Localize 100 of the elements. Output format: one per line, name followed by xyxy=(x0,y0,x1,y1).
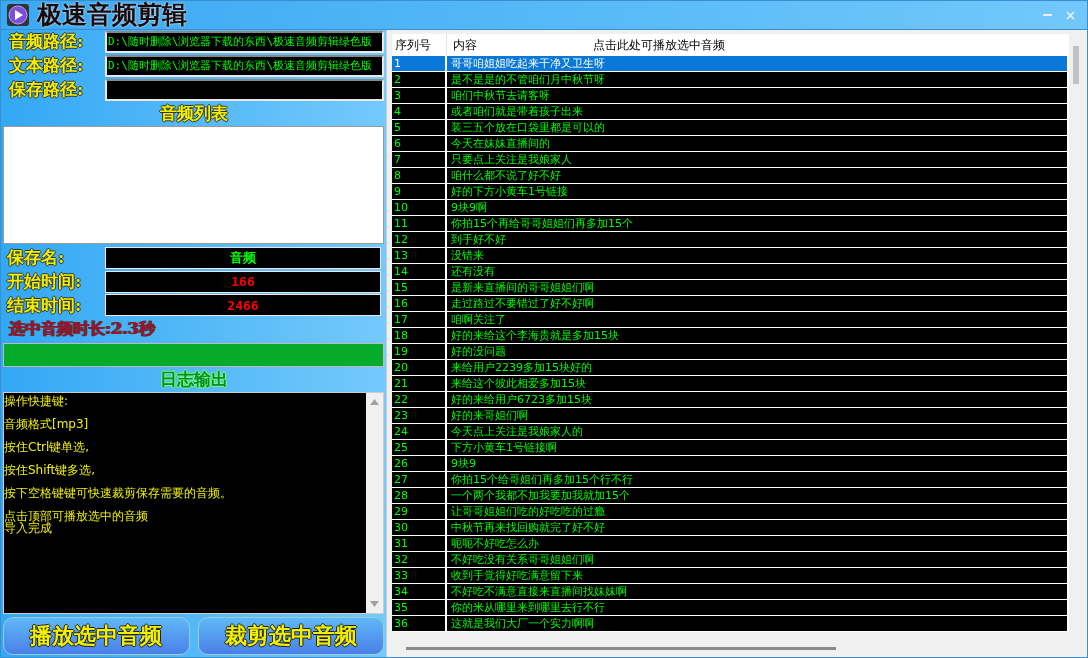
row-text: 是新来直播间的哥哥姐姐们啊 xyxy=(450,280,594,295)
row-text: 好的没问题 xyxy=(450,344,506,359)
input-field[interactable]: 2466 xyxy=(105,294,381,317)
row-text: 咱们中秋节去请客呀 xyxy=(450,88,550,103)
list-row[interactable]: 20 来给用户2239多加15块好的 xyxy=(392,360,1067,375)
list-row[interactable]: 28 一个两个我都不加我要加我就加15个 xyxy=(392,488,1067,503)
row-text: 让哥哥姐姐们吃的好吃吃的过瘾 xyxy=(450,504,605,519)
row-text: 来给用户2239多加15块好的 xyxy=(450,360,592,375)
list-row[interactable]: 4 或者咱们就是带着孩子出来 xyxy=(392,104,1067,119)
row-text: 你拍15个再给哥哥姐姐们再多加15个 xyxy=(450,216,633,231)
input-field[interactable]: 音频 xyxy=(105,246,381,269)
row-text: 收到手觉得好吃满意留下来 xyxy=(450,568,583,583)
list-row[interactable]: 29 让哥哥姐姐们吃的好吃吃的过瘾 xyxy=(392,504,1067,519)
list-row[interactable]: 24 今天点上关注是我娘家人的 xyxy=(392,424,1067,439)
list-row[interactable]: 30 中秋节再来找回购就完了好不好 xyxy=(392,520,1067,535)
log-line: 音频格式[mp3] xyxy=(4,417,89,432)
row-text: 好的来给用户6723多加15块 xyxy=(450,392,592,407)
path-text: D:\随时删除\浏览器下载的东西\极速音频剪辑绿色版 xyxy=(108,58,373,72)
list-row[interactable]: 13 没错来 xyxy=(392,248,1067,263)
row-text: 好的下方小黄车1号链接 xyxy=(450,184,568,199)
row-text: 来给这个彼此相爱多加15块 xyxy=(450,376,586,391)
list-row[interactable]: 36 这就是我们大厂一个实力啊啊 xyxy=(392,616,1067,631)
list-row[interactable]: 7 只要点上关注是我娘家人 xyxy=(392,152,1067,167)
list-row[interactable]: 32 不好吃没有关系哥哥姐姐们啊 xyxy=(392,552,1067,567)
list-row[interactable]: 12 到手好不好 xyxy=(392,232,1067,247)
log-line: 按下空格键键可快速裁剪保存需要的音频。 xyxy=(4,486,232,501)
path-field[interactable] xyxy=(105,78,384,101)
list-row[interactable]: 25 下方小黄车1号链接啊 xyxy=(392,440,1067,455)
list-row[interactable]: 16 走过路过不要错过了好不好啊 xyxy=(392,296,1067,311)
row-text: 9块9啊 xyxy=(450,200,487,215)
scrollbar[interactable] xyxy=(366,393,383,613)
row-text: 9块9 xyxy=(450,456,476,471)
input-field[interactable]: 166 xyxy=(105,270,381,293)
list-row[interactable]: 22 好的来给用户6723多加15块 xyxy=(392,392,1067,407)
row-text: 中秋节再来找回购就完了好不好 xyxy=(450,520,605,535)
path-field[interactable]: D:\随时删除\浏览器下载的东西\极速音频剪辑绿色版 xyxy=(105,54,384,77)
row-text: 好的来哥姐们啊 xyxy=(450,408,528,423)
scroll-up-icon[interactable] xyxy=(370,399,379,406)
row-text: 到手好不好 xyxy=(450,232,506,247)
row-text: 今天在妹妹直播间的 xyxy=(450,136,550,151)
list-row[interactable]: 5 装三五个放在口袋里都是可以的 xyxy=(392,120,1067,135)
play-icon xyxy=(7,4,29,26)
row-text: 还有没有 xyxy=(450,264,495,279)
row-number: 36 xyxy=(392,616,447,631)
list-row[interactable]: 10 9块9啊 xyxy=(392,200,1067,215)
column-header[interactable]: 点击此处可播放选中音频 xyxy=(593,36,725,54)
window-title: 极速音频剪辑 xyxy=(37,1,188,29)
row-text: 不好吃不满意直接来直播间找妹妹啊 xyxy=(450,584,627,599)
log-line: 导入完成 xyxy=(4,521,52,536)
audio-list[interactable] xyxy=(3,125,384,244)
list-row[interactable]: 34 不好吃不满意直接来直播间找妹妹啊 xyxy=(392,584,1067,599)
field-label: 保存名: xyxy=(7,246,66,270)
duration-label: 选中音频时长:2.3秒 xyxy=(9,318,155,340)
row-text: 好的来给这个李海贵就是多加15块 xyxy=(450,328,619,343)
list-row[interactable]: 8 咱什么都不说了好不好 xyxy=(392,168,1067,183)
row-text: 下方小黄车1号链接啊 xyxy=(450,440,557,455)
list-row[interactable]: 17 咱啊关注了 xyxy=(392,312,1067,327)
list-row[interactable]: 27 你拍15个给哥姐们再多加15个行不行 xyxy=(392,472,1067,487)
list-row[interactable]: 9 好的下方小黄车1号链接 xyxy=(392,184,1067,199)
row-text: 咱啊关注了 xyxy=(450,312,506,327)
list-row[interactable]: 26 9块9 xyxy=(392,456,1067,471)
row-text: 今天点上关注是我娘家人的 xyxy=(450,424,583,439)
list-row[interactable]: 33 收到手觉得好吃满意留下来 xyxy=(392,568,1067,583)
log-line: 按住Ctrl键单选, xyxy=(4,440,90,455)
list-row[interactable]: 31 呃呃不好吃怎么办 xyxy=(392,536,1067,551)
list-row[interactable]: 15 是新来直播间的哥哥姐姐们啊 xyxy=(392,280,1067,295)
list-row[interactable]: 18 好的来给这个李海贵就是多加15块 xyxy=(392,328,1067,343)
list-row[interactable]: 2 是不是是的不管咱们月中秋节呀 xyxy=(392,72,1067,87)
list-row[interactable]: 19 好的没问题 xyxy=(392,344,1067,359)
list-row[interactable]: 1 哥哥咱姐姐吃起来干净又卫生呀 xyxy=(392,56,1067,71)
column-header[interactable]: 内容 xyxy=(447,36,593,54)
row-text: 呃呃不好吃怎么办 xyxy=(450,536,539,551)
list-row[interactable]: 35 你的米从哪里来到哪里去行不行 xyxy=(392,600,1067,615)
field-label: 文本路径: xyxy=(9,54,85,78)
path-field[interactable]: D:\随时删除\浏览器下载的东西\极速音频剪辑绿色版 xyxy=(105,30,384,53)
field-value: 音频 xyxy=(230,248,256,267)
row-text: 是不是是的不管咱们月中秋节呀 xyxy=(450,72,605,87)
minimize-icon[interactable] xyxy=(1043,13,1052,17)
field-value: 2466 xyxy=(227,298,259,313)
close-icon[interactable] xyxy=(1066,10,1075,20)
field-label: 开始时间: xyxy=(7,270,83,294)
row-text: 你的米从哪里来到哪里去行不行 xyxy=(450,600,605,615)
row-text: 走过路过不要错过了好不好啊 xyxy=(450,296,594,311)
list-row[interactable]: 23 好的来哥姐们啊 xyxy=(392,408,1067,423)
field-label: 保存路径: xyxy=(9,78,85,102)
field-label: 结束时间: xyxy=(7,294,83,317)
row-text: 你拍15个给哥姐们再多加15个行不行 xyxy=(450,472,633,487)
list-row[interactable]: 21 来给这个彼此相爱多加15块 xyxy=(392,376,1067,391)
field-value: 166 xyxy=(231,274,255,290)
list-row[interactable]: 6 今天在妹妹直播间的 xyxy=(392,136,1067,151)
scroll-down-icon[interactable] xyxy=(370,600,379,607)
list-row[interactable]: 14 还有没有 xyxy=(392,264,1067,279)
row-text: 只要点上关注是我娘家人 xyxy=(450,152,572,167)
path-text: D:\随时删除\浏览器下载的东西\极速音频剪辑绿色版 xyxy=(108,34,373,48)
field-label: 音频路径: xyxy=(9,30,85,54)
list-row[interactable]: 11 你拍15个再给哥哥姐姐们再多加15个 xyxy=(392,216,1067,231)
row-text: 没错来 xyxy=(450,248,484,263)
list-row[interactable]: 3 咱们中秋节去请客呀 xyxy=(392,88,1067,103)
log-line: 按住Shift键多选, xyxy=(4,463,96,478)
row-text: 这就是我们大厂一个实力啊啊 xyxy=(450,616,594,631)
